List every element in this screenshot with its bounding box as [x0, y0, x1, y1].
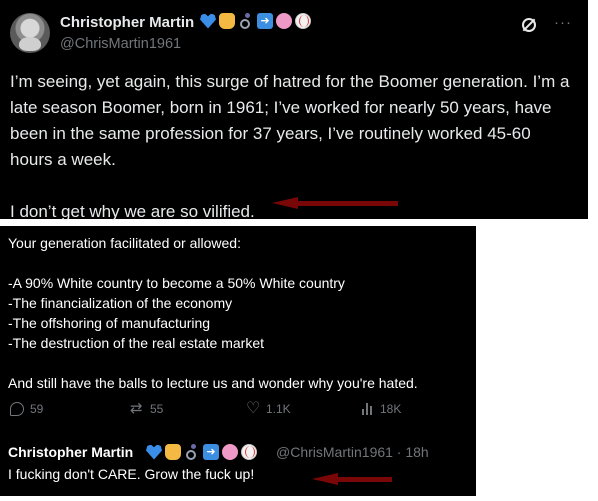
reply-tweet: Your generation facilitated or allowed: …: [0, 226, 476, 496]
more-options-icon[interactable]: ···: [554, 15, 572, 32]
list-item: -A 90% White country to become a 50% Whi…: [8, 275, 345, 291]
reply-icon: [10, 402, 24, 416]
name-emojis: ➜: [200, 13, 311, 29]
original-tweet: Christopher Martin ➜ @ChrisMartin1961 ··…: [0, 0, 588, 221]
reply-count: 59: [30, 402, 44, 416]
list-item: -The financialization of the economy: [8, 295, 233, 311]
views-icon: [362, 402, 374, 416]
response-handle-time[interactable]: @ChrisMartin1961 · 18h: [276, 444, 429, 460]
reply-button[interactable]: 59: [10, 402, 43, 416]
cherry-blossom-icon: [276, 13, 292, 29]
like-count: 1.1K: [266, 402, 291, 416]
tweet-paragraph: I’m seeing, yet again, this surge of hat…: [10, 72, 570, 169]
list-item: -The offshoring of manufacturing: [8, 315, 211, 331]
wheelchair-icon: [238, 13, 254, 29]
baseball-icon: [295, 13, 311, 29]
right-arrow-icon: ➜: [257, 13, 273, 29]
annotation-arrow: [312, 473, 392, 485]
views-button[interactable]: 18K: [362, 402, 401, 416]
response-name-emojis: ➜: [146, 444, 257, 460]
grok-icon[interactable]: [522, 18, 536, 32]
response-author-name[interactable]: Christopher Martin: [8, 444, 133, 460]
repost-icon: [130, 399, 144, 417]
annotation-arrow: [272, 197, 398, 209]
repost-count: 55: [150, 402, 164, 416]
heart-icon: [246, 398, 260, 418]
blue-heart-icon: [200, 13, 216, 29]
action-bar: 59 55 1.1K 18K: [10, 398, 450, 420]
cherry-blossom-icon: [222, 444, 238, 460]
rock-on-hand-icon: [165, 444, 181, 460]
right-arrow-icon: ➜: [203, 444, 219, 460]
response-text: I fucking don't CARE. Grow the fuck up!: [8, 466, 255, 482]
baseball-icon: [241, 444, 257, 460]
views-count: 18K: [380, 402, 402, 416]
like-button[interactable]: 1.1K: [246, 398, 291, 418]
reply-closing: And still have the balls to lecture us a…: [8, 375, 418, 391]
author-handle[interactable]: @ChrisMartin1961: [60, 36, 181, 52]
blue-heart-icon: [146, 444, 162, 460]
reply-text: Your generation facilitated or allowed: …: [8, 233, 468, 393]
repost-button[interactable]: 55: [130, 399, 164, 417]
author-name[interactable]: Christopher Martin: [60, 14, 194, 31]
rock-on-hand-icon: [219, 13, 235, 29]
reply-line: Your generation facilitated or allowed:: [8, 235, 241, 251]
avatar[interactable]: [10, 13, 50, 53]
list-item: -The destruction of the real estate mark…: [8, 335, 265, 351]
wheelchair-icon: [184, 444, 200, 460]
